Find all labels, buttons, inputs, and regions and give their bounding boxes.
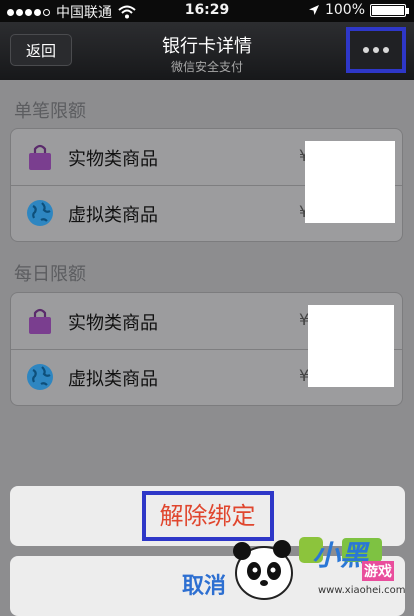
battery-icon — [370, 3, 409, 17]
single-limit-title: 单笔限额 — [14, 101, 86, 122]
ellipsis-icon — [363, 47, 369, 53]
row-label: 实物类商品 — [68, 313, 158, 334]
location-arrow-icon — [308, 5, 319, 15]
redaction-box — [308, 305, 394, 387]
globe-icon — [27, 200, 53, 226]
row-label: 虚拟类商品 — [68, 369, 158, 390]
status-bar: 中国联通 16:29 100% — [0, 0, 414, 22]
watermark-brand: 小黑 — [312, 539, 369, 572]
navigation-bar: 返回 银行卡详情 微信安全支付 — [0, 22, 414, 80]
more-options-button[interactable] — [346, 27, 406, 73]
globe-icon — [27, 364, 53, 390]
daily-limit-title: 每日限额 — [14, 264, 86, 285]
row-label: 实物类商品 — [68, 149, 158, 170]
shopping-bag-icon — [29, 308, 51, 334]
watermark-url: www.xiaohei.com — [318, 585, 406, 596]
shopping-bag-icon — [29, 144, 51, 170]
watermark-brand-sub: 游戏 — [362, 561, 394, 581]
cancel-label: 取消 — [182, 574, 227, 599]
battery-percent: 100% — [324, 2, 365, 18]
row-label: 虚拟类商品 — [68, 205, 158, 226]
redaction-box — [305, 141, 395, 223]
